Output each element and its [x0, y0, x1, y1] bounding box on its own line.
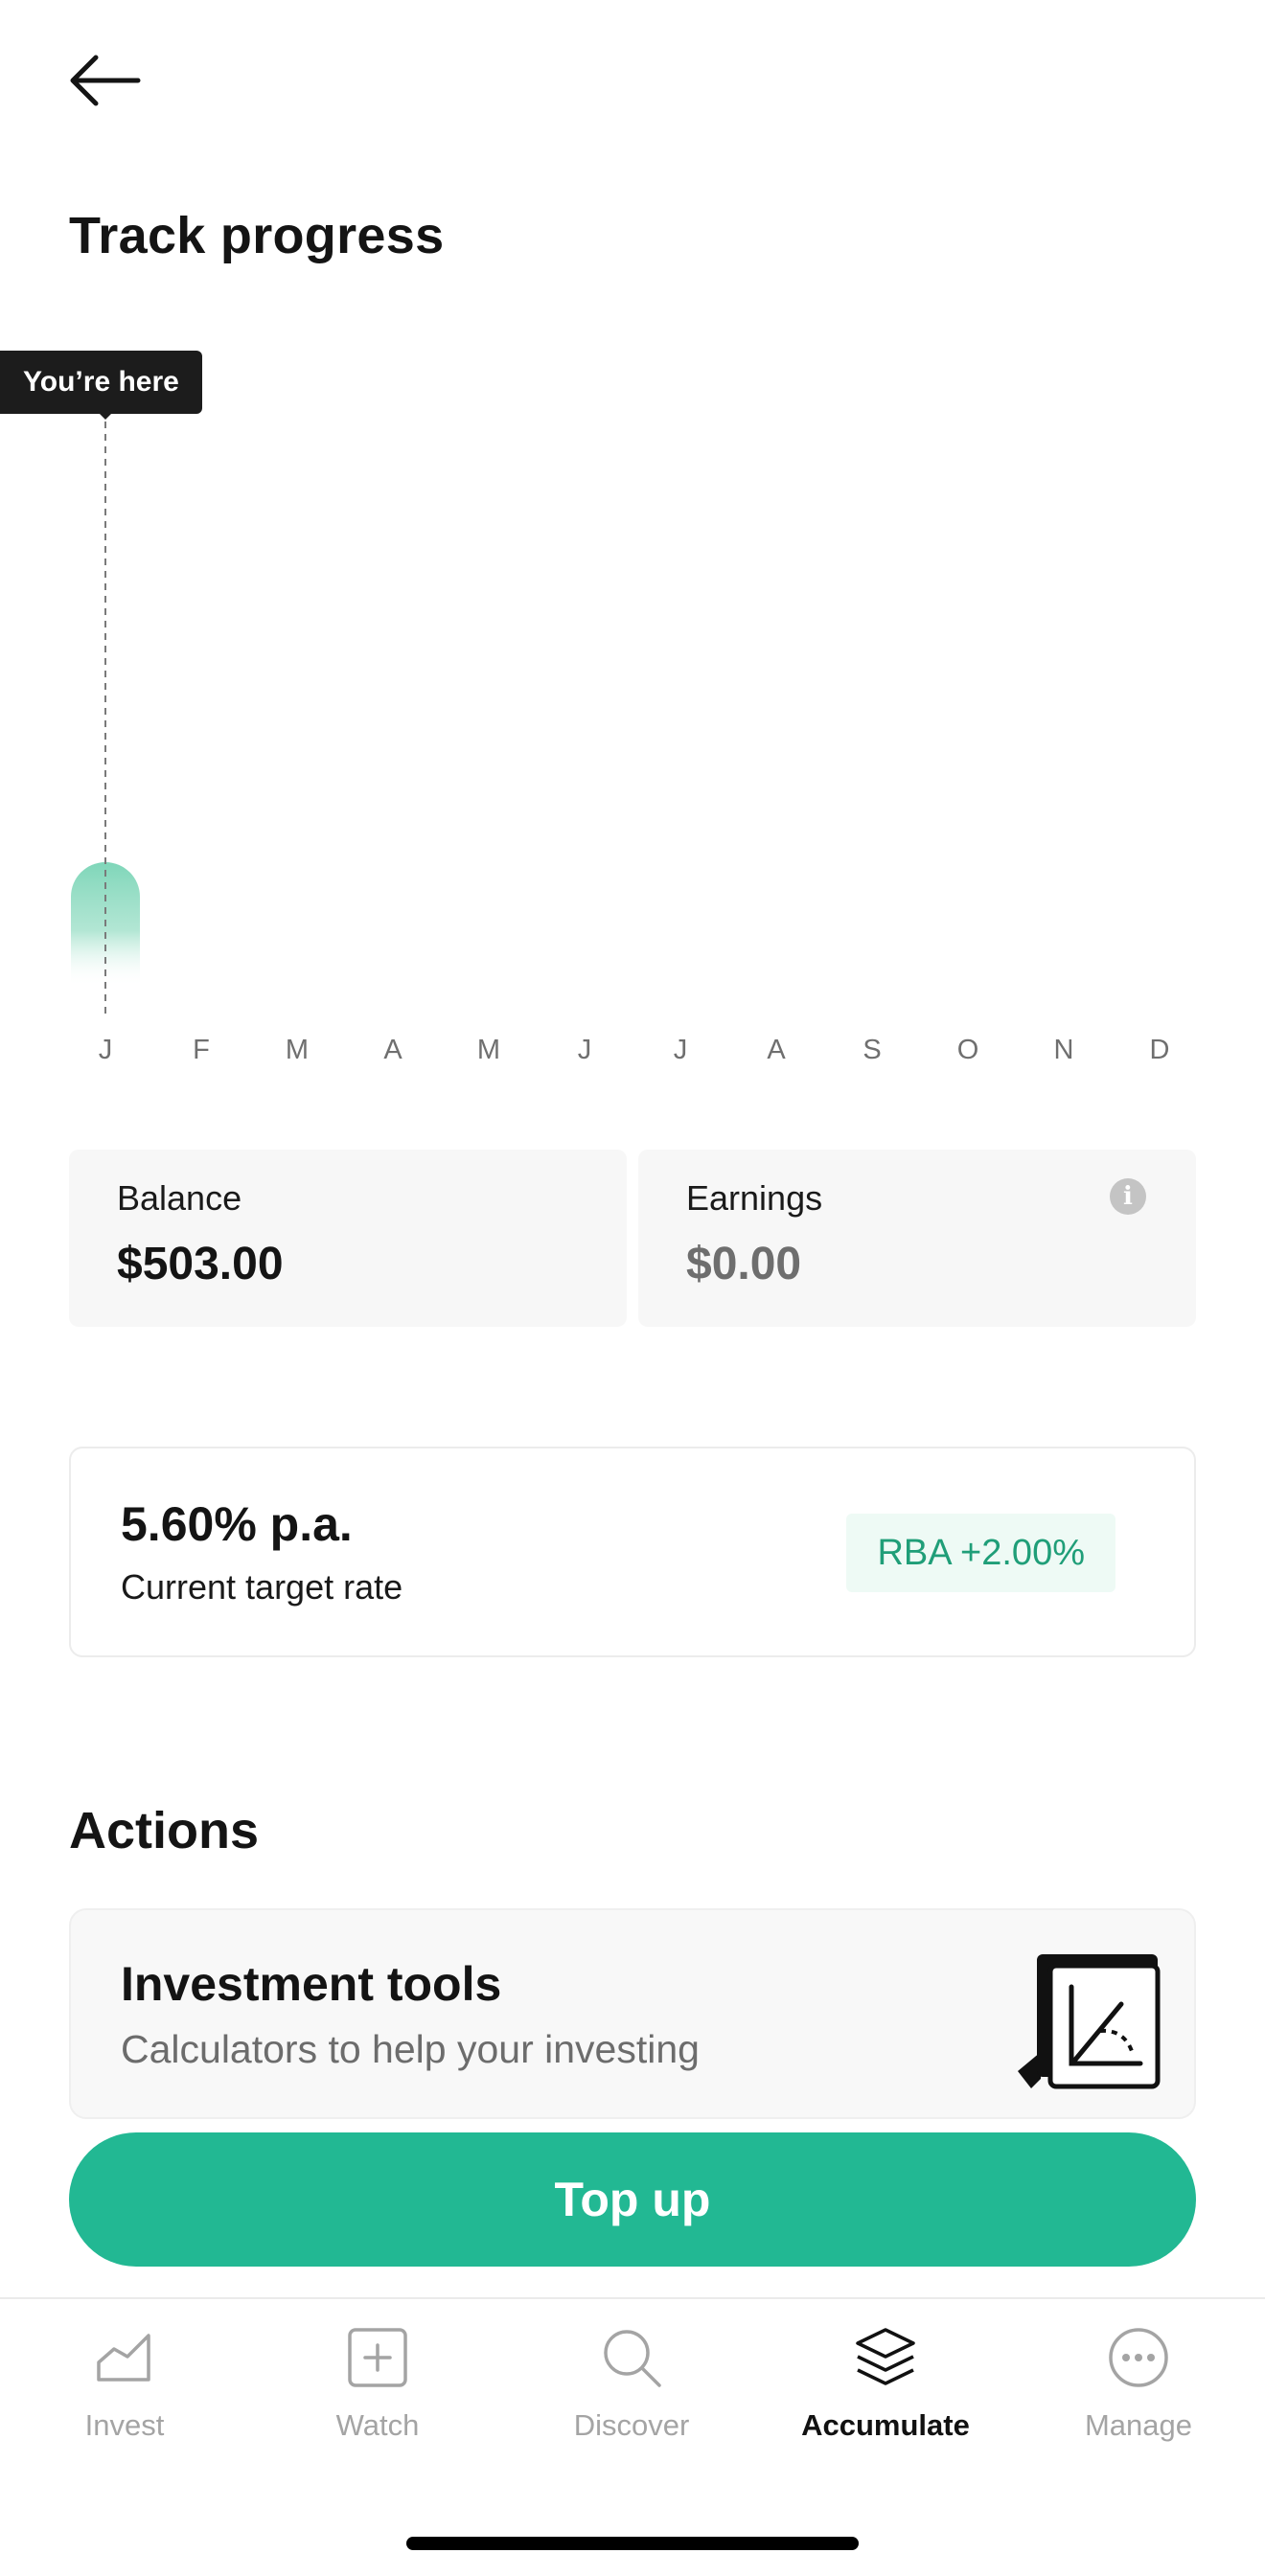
tab-watch-label: Watch: [335, 2408, 420, 2442]
more-icon: [1109, 2328, 1168, 2387]
tab-manage[interactable]: Manage: [1024, 2326, 1254, 2460]
target-rate-label: Current target rate: [121, 1567, 403, 1607]
info-icon[interactable]: i: [1110, 1178, 1146, 1215]
plus-square-icon: [348, 2328, 407, 2387]
month-label: J: [98, 1035, 113, 1065]
tab-manage-label: Manage: [1084, 2408, 1193, 2442]
home-indicator: [406, 2537, 859, 2550]
month-label: F: [193, 1035, 210, 1065]
month-label: M: [476, 1035, 501, 1065]
back-button[interactable]: [67, 42, 153, 119]
tab-watch[interactable]: Watch: [263, 2326, 493, 2460]
month-label: S: [862, 1035, 882, 1065]
tab-discover-label: Discover: [573, 2408, 690, 2442]
actions-heading: Actions: [69, 1802, 260, 1859]
balance-value: $503.00: [117, 1239, 284, 1289]
tab-accumulate-label: Accumulate: [801, 2408, 970, 2442]
layers-icon: [856, 2328, 915, 2385]
investment-tools-card[interactable]: Investment tools Calculators to help you…: [69, 1908, 1196, 2119]
month-label: A: [383, 1035, 402, 1065]
rba-badge: RBA +2.00%: [846, 1514, 1116, 1592]
page-title: Track progress: [69, 207, 445, 264]
progress-chart: You’re here JFMAMJJASOND: [0, 345, 1265, 1092]
month-label: M: [285, 1035, 310, 1065]
chart-icon: [97, 2334, 150, 2382]
month-label: J: [673, 1035, 688, 1065]
search-icon: [604, 2330, 661, 2387]
investment-tools-subtitle: Calculators to help your investing: [121, 2027, 700, 2071]
month-label: N: [1053, 1035, 1074, 1065]
month-label: J: [577, 1035, 592, 1065]
arrow-left-icon: [70, 55, 141, 106]
tab-accumulate[interactable]: Accumulate: [770, 2326, 1000, 2460]
earnings-card: Earnings $0.00 i: [638, 1150, 1196, 1327]
balance-card: Balance $503.00: [69, 1150, 627, 1327]
earnings-label: Earnings: [686, 1178, 823, 1218]
calculator-chart-icon: [1018, 1954, 1161, 2089]
tab-discover[interactable]: Discover: [517, 2326, 747, 2460]
top-up-button[interactable]: Top up: [69, 2132, 1196, 2267]
bottom-tab-bar: Invest Watch Discover Accumulate Manage: [0, 2297, 1265, 2576]
earnings-value: $0.00: [686, 1239, 802, 1289]
chart-plot: [71, 422, 140, 1015]
target-rate-card: 5.60% p.a. Current target rate RBA +2.00…: [69, 1447, 1196, 1657]
tab-invest-label: Invest: [84, 2408, 165, 2442]
balance-label: Balance: [117, 1178, 242, 1218]
month-label: D: [1149, 1035, 1170, 1065]
month-label: A: [767, 1035, 786, 1065]
investment-tools-title: Investment tools: [121, 1957, 502, 2011]
target-rate-value: 5.60% p.a.: [121, 1497, 353, 1551]
tab-invest[interactable]: Invest: [10, 2326, 240, 2460]
month-label: O: [956, 1035, 979, 1065]
